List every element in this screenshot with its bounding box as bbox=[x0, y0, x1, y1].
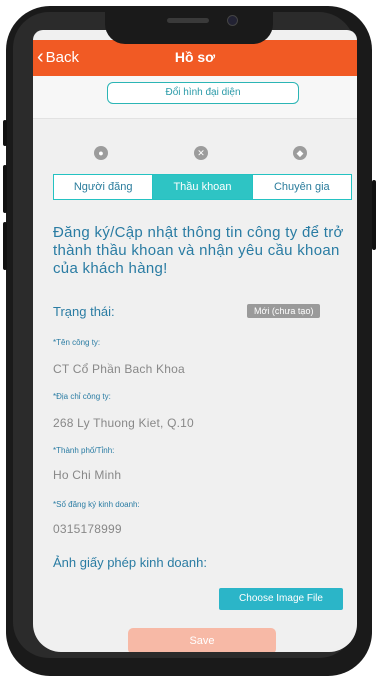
app-header: ‹ Back Hồ sơ bbox=[33, 40, 357, 76]
tab-chuyen-gia[interactable]: Chuyên gia bbox=[251, 175, 351, 199]
intro-text: Đăng ký/Cập nhật thông tin công ty để tr… bbox=[53, 224, 344, 277]
company-address-label: *Địa chỉ công ty: bbox=[53, 392, 111, 401]
tab-icons-row: ● ✕ ◆ bbox=[53, 146, 350, 166]
tab-thau-khoan[interactable]: Thầu khoan bbox=[152, 175, 252, 199]
phone-screen: ‹ Back Hồ sơ Đổi hình đại diện ● ✕ ◆ Ngư… bbox=[33, 30, 357, 652]
phone-notch bbox=[105, 10, 273, 44]
role-tabs: Người đăng Thầu khoan Chuyên gia bbox=[53, 174, 352, 200]
power-button bbox=[372, 180, 376, 250]
volume-down-button bbox=[3, 222, 7, 270]
business-reg-label: *Số đăng ký kinh doanh: bbox=[53, 500, 140, 509]
person-icon: ● bbox=[94, 146, 108, 160]
page-title: Hồ sơ bbox=[174, 49, 216, 65]
city-field[interactable]: Ho Chi Minh bbox=[53, 468, 121, 482]
mute-switch bbox=[3, 120, 7, 146]
save-button[interactable]: Save bbox=[128, 628, 276, 652]
status-badge: Mới (chưa tạo) bbox=[247, 304, 321, 318]
camera-icon bbox=[227, 15, 238, 26]
tab-nguoi-dang[interactable]: Người đăng bbox=[54, 175, 152, 199]
speaker-grille bbox=[167, 18, 209, 23]
license-label: Ảnh giấy phép kinh doanh: bbox=[53, 555, 207, 570]
company-address-field[interactable]: 268 Ly Thuong Kiet, Q.10 bbox=[53, 416, 194, 430]
volume-up-button bbox=[3, 165, 7, 213]
avatar-section: Đổi hình đại diện bbox=[33, 76, 357, 119]
choose-image-button[interactable]: Choose Image File bbox=[219, 588, 343, 610]
business-reg-field[interactable]: 0315178999 bbox=[53, 522, 122, 536]
company-name-label: *Tên công ty: bbox=[53, 338, 101, 347]
change-avatar-button[interactable]: Đổi hình đại diện bbox=[107, 82, 299, 104]
expert-icon: ◆ bbox=[293, 146, 307, 160]
drill-icon: ✕ bbox=[194, 146, 208, 160]
city-label: *Thành phố/Tỉnh: bbox=[53, 446, 115, 455]
company-name-field[interactable]: CT Cổ Phần Bach Khoa bbox=[53, 362, 185, 376]
status-label: Trạng thái: bbox=[53, 304, 115, 319]
